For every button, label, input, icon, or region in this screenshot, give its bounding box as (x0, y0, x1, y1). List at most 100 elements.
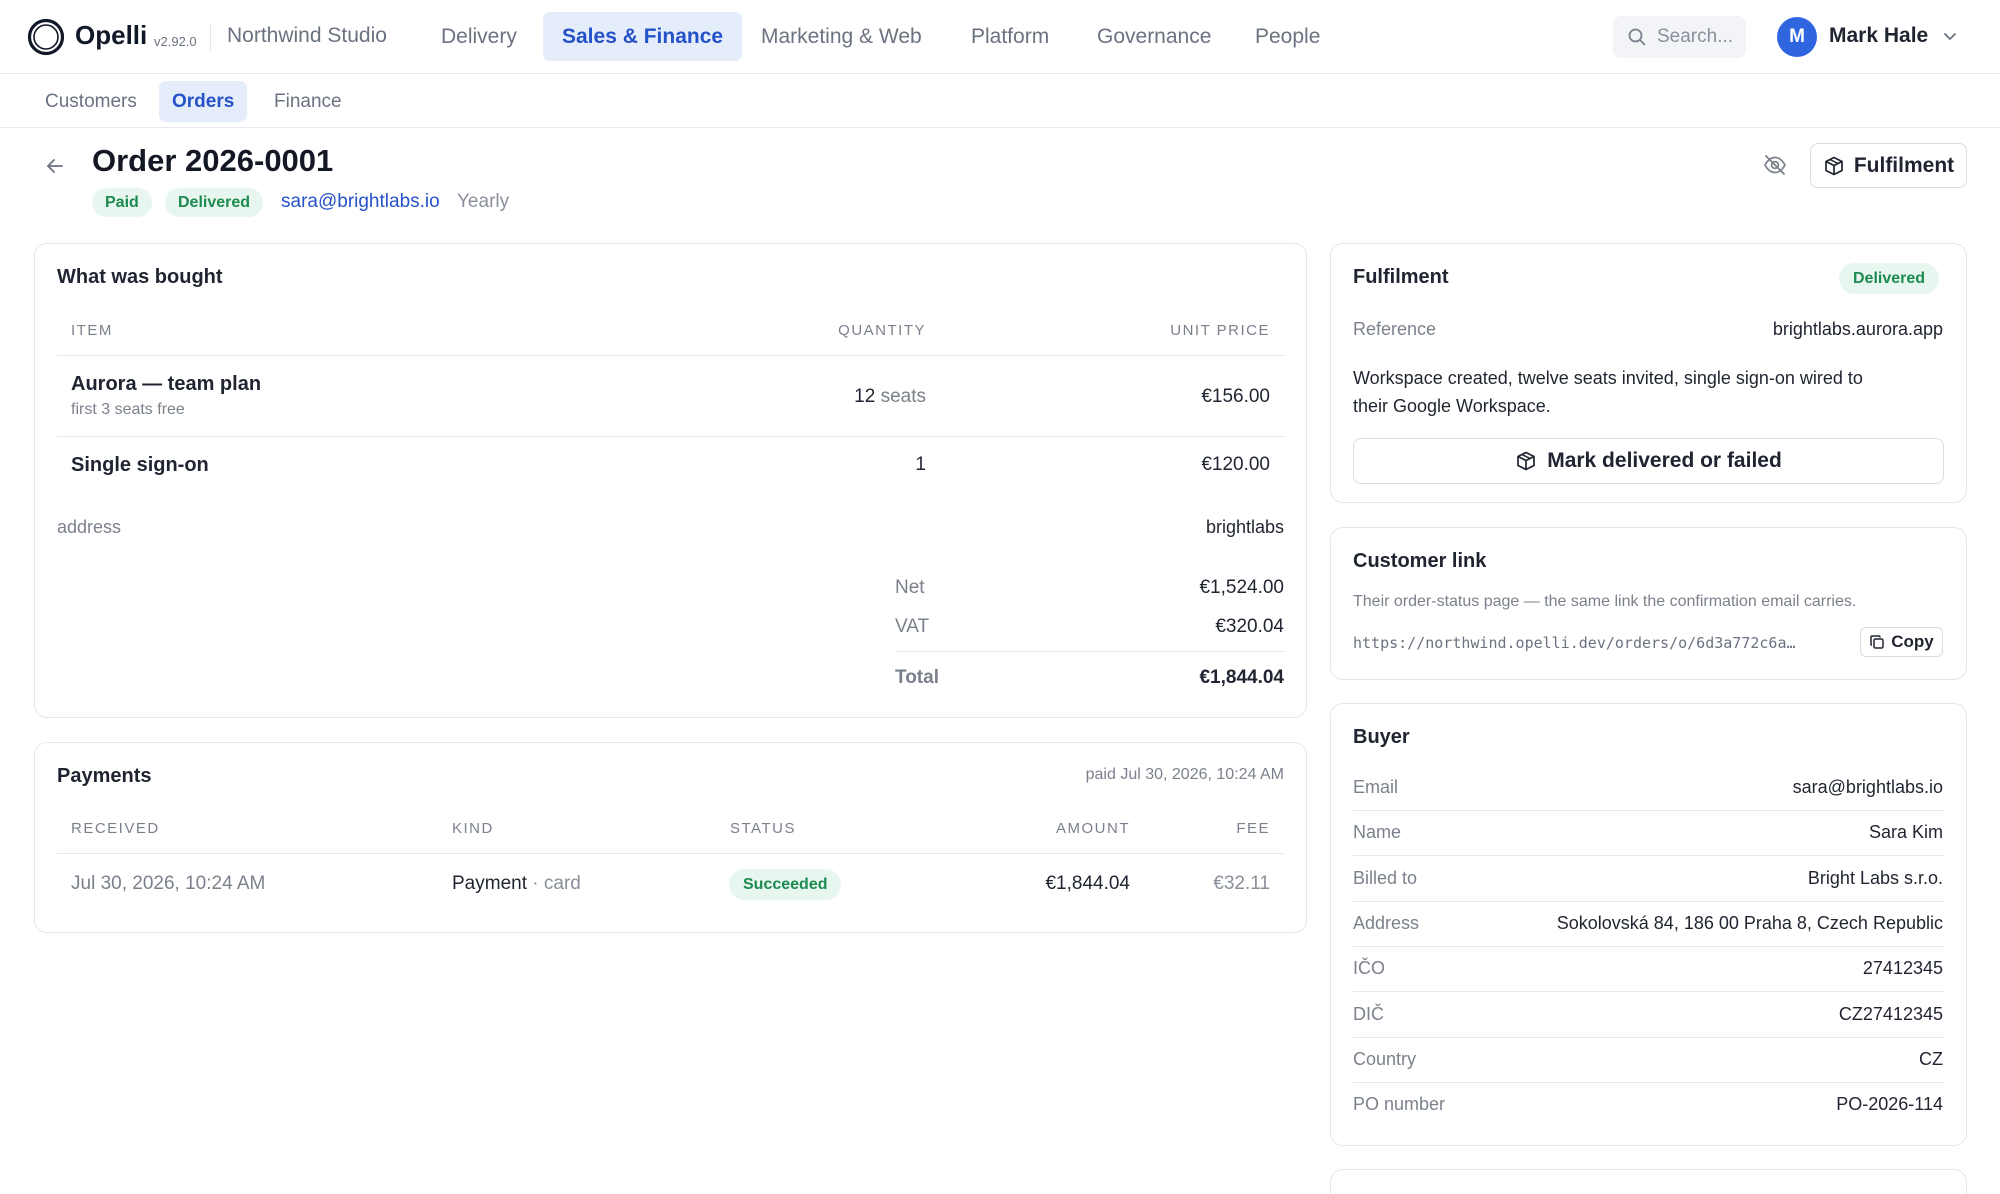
fulfilment-button-label: Fulfilment (1853, 153, 1955, 177)
search-placeholder: Search... (1657, 26, 1734, 47)
totals-divider (895, 651, 1284, 652)
payment-amount: €1,844.04 (1045, 873, 1130, 894)
fulfilment-description-line-2: their Google Workspace. (1353, 396, 1551, 416)
tab-customers[interactable]: Customers (32, 81, 150, 122)
app-brand[interactable]: Opelli (75, 20, 147, 51)
buyer-field-value: Sokolovská 84, 186 00 Praha 8, Czech Rep… (1556, 913, 1943, 933)
line-item-price: €120.00 (1201, 454, 1270, 475)
status-badge-paid: Paid (92, 188, 152, 217)
arrow-left-icon[interactable] (44, 155, 66, 177)
quantity-unit: seats (880, 386, 926, 407)
fulfilment-description-line-1: Workspace created, twelve seats invited,… (1353, 368, 1863, 388)
user-menu-name[interactable]: Mark Hale (1829, 24, 1928, 48)
buyer-field-value: Sara Kim (1868, 822, 1943, 842)
buyer-row-divider (1353, 1037, 1944, 1038)
avatar[interactable]: M (1777, 17, 1817, 57)
address-value: brightlabs (1205, 517, 1284, 537)
line-item-name: Aurora — team plan (71, 373, 262, 395)
chevron-down-icon[interactable] (1942, 30, 1958, 44)
buyer-row-divider (1353, 946, 1944, 947)
workspace-name[interactable]: Northwind Studio (227, 24, 387, 48)
fulfilment-card-title: Fulfilment (1353, 266, 1449, 288)
payment-method: · card (532, 873, 581, 894)
search-input[interactable]: Search... (1613, 16, 1746, 58)
column-header-received: RECEIVED (71, 820, 160, 837)
nav-governance[interactable]: Governance (1078, 12, 1230, 61)
items-card-title: What was bought (57, 266, 223, 288)
buyer-field-label: Billed to (1353, 868, 1418, 888)
quantity-value: 12 (854, 386, 876, 407)
line-item-quantity: 1 (915, 454, 926, 475)
payments-card-title: Payments (57, 765, 152, 787)
buyer-field-value: CZ27412345 (1838, 1004, 1943, 1024)
line-item-price: €156.00 (1201, 386, 1270, 407)
payment-kind-label: Payment (452, 873, 527, 894)
payment-received: Jul 30, 2026, 10:24 AM (71, 873, 266, 894)
column-header-kind: KIND (452, 820, 494, 837)
sub-navigation: Customers Orders Finance (0, 75, 2000, 128)
app-version: v2.92.0 (154, 34, 197, 49)
fulfilment-button[interactable]: Fulfilment (1810, 143, 1967, 188)
line-item-note: first 3 seats free (71, 401, 185, 418)
customer-link-url[interactable]: https://northwind.opelli.dev/orders/o/6d… (1353, 634, 1848, 652)
nav-marketing-web[interactable]: Marketing & Web (742, 12, 941, 61)
buyer-card-title: Buyer (1353, 726, 1410, 748)
line-item-quantity: 12 seats (760, 386, 926, 408)
nav-sales-finance[interactable]: Sales & Finance (543, 12, 743, 61)
billing-cycle: Yearly (457, 191, 510, 212)
buyer-row-divider (1353, 810, 1944, 811)
app-logo-icon (27, 18, 65, 56)
status-badge-delivered: Delivered (165, 188, 264, 217)
column-header-quantity: QUANTITY (838, 322, 926, 339)
buyer-field-label: DIČ (1353, 1004, 1384, 1024)
nav-platform[interactable]: Platform (952, 12, 1068, 61)
copy-icon (1870, 635, 1884, 649)
brand-divider (210, 23, 211, 51)
tab-orders[interactable]: Orders (159, 81, 248, 122)
address-label: address (57, 517, 122, 537)
package-icon (1517, 451, 1536, 471)
buyer-field-label: Address (1353, 913, 1420, 933)
net-value: €1,524.00 (1199, 577, 1284, 598)
items-card (34, 243, 1307, 718)
buyer-field-label: IČO (1353, 958, 1386, 978)
mark-delivered-label: Mark delivered or failed (1547, 449, 1782, 472)
buyer-row-divider (1353, 855, 1944, 856)
buyer-field-value: Bright Labs s.r.o. (1807, 868, 1943, 888)
column-header-item: ITEM (71, 322, 113, 339)
payment-fee: €32.11 (1213, 873, 1270, 894)
copy-link-button[interactable]: Copy (1860, 627, 1943, 657)
buyer-field-value: CZ (1919, 1049, 1943, 1069)
payment-kind: Payment · card (452, 873, 581, 895)
tab-finance[interactable]: Finance (261, 81, 355, 122)
mark-delivered-button[interactable]: Mark delivered or failed (1353, 438, 1944, 484)
next-card (1330, 1169, 1967, 1194)
copy-button-label: Copy (1891, 632, 1934, 651)
total-label: Total (895, 667, 939, 688)
buyer-field-label: Name (1353, 822, 1402, 842)
page-title: Order 2026-0001 (92, 143, 334, 178)
top-navigation-bar: Opelli v2.92.0 Northwind Studio Delivery… (0, 0, 2000, 74)
buyer-field-value: 27412345 (1862, 958, 1943, 978)
buyer-field-label: PO number (1353, 1094, 1446, 1114)
customer-link-description: Their order-status page — the same link … (1353, 593, 1857, 610)
buyer-row-divider (1353, 991, 1944, 992)
payment-status-badge: Succeeded (729, 869, 842, 900)
nav-people[interactable]: People (1236, 12, 1339, 61)
column-header-unit-price: UNIT PRICE (1170, 322, 1270, 339)
row-divider (57, 436, 1284, 437)
vat-label: VAT (895, 616, 930, 637)
buyer-field-label: Country (1353, 1049, 1417, 1069)
column-header-status: STATUS (730, 820, 796, 837)
eye-off-icon[interactable] (1762, 152, 1788, 178)
nav-delivery[interactable]: Delivery (422, 12, 536, 61)
table-header-divider (57, 853, 1284, 854)
buyer-field-label: Email (1353, 777, 1399, 797)
paid-timestamp: paid Jul 30, 2026, 10:24 AM (1085, 766, 1284, 783)
package-icon (1824, 156, 1843, 175)
net-label: Net (895, 577, 925, 598)
column-header-amount: AMOUNT (1056, 820, 1130, 837)
buyer-row-divider (1353, 901, 1944, 902)
customer-email-link[interactable]: sara@brightlabs.io (281, 191, 440, 213)
reference-value: brightlabs.aurora.app (1772, 319, 1943, 339)
